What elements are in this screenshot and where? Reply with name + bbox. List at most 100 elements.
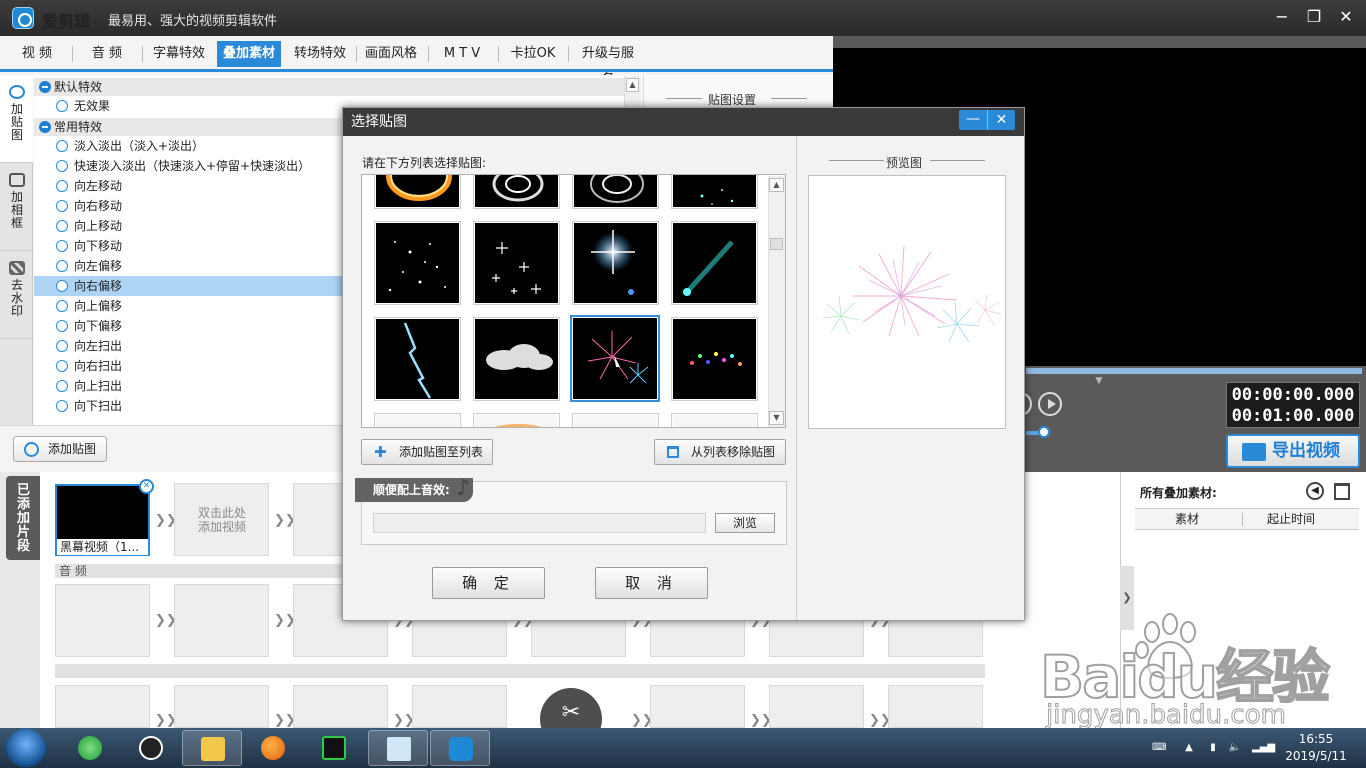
radio-icon[interactable] bbox=[56, 400, 68, 412]
timeline-slot[interactable] bbox=[293, 685, 388, 728]
remove-clip-icon[interactable]: ✕ bbox=[139, 479, 154, 494]
volume-slider-handle[interactable] bbox=[1038, 426, 1050, 438]
radio-icon[interactable] bbox=[56, 340, 68, 352]
sticker-thumb-colorful-particles[interactable] bbox=[671, 317, 758, 401]
scrollbar-thumb[interactable] bbox=[770, 238, 783, 250]
tab-karaoke[interactable]: 卡拉OK bbox=[500, 41, 566, 67]
sticker-thumb-white-burst[interactable] bbox=[671, 413, 758, 427]
keyboard-icon[interactable]: ⌨ bbox=[1152, 742, 1166, 754]
taskbar-app-explorer[interactable] bbox=[182, 730, 242, 766]
taskbar-app-qq[interactable] bbox=[121, 730, 181, 766]
tab-picture-style[interactable]: 画面风格 bbox=[358, 41, 424, 67]
radio-icon[interactable] bbox=[56, 200, 68, 212]
system-clock[interactable]: 16:55 2019/5/11 bbox=[1276, 731, 1356, 765]
tab-subtitle-effects[interactable]: 字幕特效 bbox=[146, 41, 212, 67]
sound-file-path-field[interactable] bbox=[373, 513, 706, 533]
tab-upgrade-service[interactable]: 升级与服务 bbox=[570, 41, 646, 87]
empty-video-slot[interactable] bbox=[293, 483, 343, 556]
sticker-thumb-light-beam[interactable] bbox=[671, 221, 758, 305]
playback-progress-bar[interactable] bbox=[1026, 368, 1362, 374]
browse-button[interactable]: 浏览 bbox=[715, 513, 775, 533]
added-clips-tab[interactable]: 已添加片段 bbox=[6, 476, 40, 560]
back-icon[interactable]: ◀ bbox=[1306, 482, 1324, 500]
radio-icon[interactable] bbox=[56, 160, 68, 172]
ok-button[interactable]: 确 定 bbox=[432, 567, 545, 599]
timeline-slot[interactable] bbox=[650, 685, 745, 728]
timeline-slot[interactable] bbox=[55, 685, 150, 728]
start-button[interactable] bbox=[6, 729, 46, 767]
timeline-slot[interactable] bbox=[174, 685, 269, 728]
sticker-thumb-orange-fire[interactable] bbox=[473, 413, 560, 427]
tab-overlay-materials[interactable]: 叠加素材 bbox=[217, 41, 281, 67]
group-default-effects[interactable]: 默认特效 bbox=[34, 78, 624, 96]
audio-slot[interactable] bbox=[174, 584, 269, 657]
sticker-thumb-spiral-glow-2[interactable] bbox=[572, 175, 659, 209]
network-icon[interactable]: ▂▄▆ bbox=[1252, 742, 1275, 754]
sticker-thumb-lightning[interactable] bbox=[374, 317, 461, 401]
show-hidden-icons-icon[interactable]: ▲ bbox=[1182, 742, 1196, 754]
scroll-down-icon[interactable]: ▼ bbox=[769, 411, 784, 425]
tab-transition-effects[interactable]: 转场特效 bbox=[287, 41, 353, 67]
collapse-icon[interactable] bbox=[39, 81, 51, 93]
sticker-thumb-fire-ring[interactable] bbox=[374, 175, 461, 209]
taskbar-app-firefox[interactable] bbox=[243, 730, 303, 766]
volume-icon[interactable]: 🔈 bbox=[1228, 742, 1242, 754]
maximize-window-button[interactable]: ❐ bbox=[1302, 6, 1326, 28]
taskbar-app-notepad[interactable] bbox=[368, 730, 428, 766]
taskbar-app-iqiyi[interactable] bbox=[304, 730, 364, 766]
radio-icon[interactable] bbox=[56, 300, 68, 312]
radio-icon[interactable] bbox=[56, 220, 68, 232]
chevron-down-icon[interactable]: ▼ bbox=[1093, 376, 1105, 386]
sticker-thumb-cloud[interactable] bbox=[473, 317, 560, 401]
trash-icon[interactable] bbox=[1334, 483, 1350, 500]
audio-slot[interactable] bbox=[55, 584, 150, 657]
radio-icon[interactable] bbox=[56, 260, 68, 272]
sticker-thumb-starfield[interactable] bbox=[374, 221, 461, 305]
sticker-thumb-blue-sparkle[interactable] bbox=[671, 175, 758, 209]
remove-sticker-from-list-button[interactable]: 从列表移除贴图 bbox=[654, 439, 786, 465]
radio-icon[interactable] bbox=[56, 240, 68, 252]
play-icon[interactable] bbox=[1038, 392, 1062, 416]
sticker-thumb-twinkle-stars[interactable] bbox=[473, 221, 560, 305]
radio-icon[interactable] bbox=[56, 180, 68, 192]
radio-icon[interactable] bbox=[56, 320, 68, 332]
sticker-thumb-fireworks[interactable] bbox=[570, 315, 660, 402]
sticker-thumb-spiral-glow-1[interactable] bbox=[473, 175, 560, 209]
add-sticker-to-list-button[interactable]: ✚ 添加贴图至列表 bbox=[361, 439, 493, 465]
scroll-up-icon[interactable]: ▲ bbox=[769, 178, 784, 192]
minimize-window-button[interactable]: − bbox=[1270, 6, 1294, 28]
side-tab-remove-watermark[interactable]: 去水印 bbox=[0, 251, 33, 339]
export-icon bbox=[1242, 443, 1266, 461]
tab-mtv[interactable]: M T V bbox=[430, 41, 494, 67]
dialog-close-button[interactable]: ✕ bbox=[987, 110, 1015, 130]
taskbar-app-aijianji[interactable] bbox=[430, 730, 490, 766]
radio-icon[interactable] bbox=[56, 380, 68, 392]
timeline-slot[interactable] bbox=[412, 685, 507, 728]
export-video-button[interactable]: 导出视频 bbox=[1226, 434, 1360, 468]
cancel-button[interactable]: 取 消 bbox=[595, 567, 708, 599]
device-icon[interactable]: ▮ bbox=[1206, 742, 1220, 754]
timeline-slot[interactable] bbox=[769, 685, 864, 728]
taskbar-app-360-browser[interactable] bbox=[60, 730, 120, 766]
scroll-up-icon[interactable]: ▲ bbox=[626, 78, 639, 92]
column-time[interactable]: 起止时间 bbox=[1241, 509, 1341, 529]
side-tab-add-frame[interactable]: 加相框 bbox=[0, 163, 33, 251]
total-time: 00:01:00.000 bbox=[1231, 406, 1355, 426]
close-window-button[interactable]: ✕ bbox=[1334, 6, 1358, 28]
radio-icon[interactable] bbox=[56, 100, 68, 112]
tab-video[interactable]: 视 频 bbox=[6, 41, 68, 67]
dialog-minimize-button[interactable]: — bbox=[959, 110, 987, 130]
side-tab-add-sticker[interactable]: 加贴图 bbox=[0, 75, 33, 163]
sticker-thumb-blank[interactable] bbox=[572, 413, 659, 427]
add-sticker-button[interactable]: 添加贴图 bbox=[13, 436, 107, 462]
radio-icon[interactable] bbox=[56, 280, 68, 292]
radio-icon[interactable] bbox=[56, 360, 68, 372]
sticker-thumb-star-flare[interactable] bbox=[572, 221, 659, 305]
radio-icon[interactable] bbox=[56, 140, 68, 152]
column-material[interactable]: 素材 bbox=[1137, 509, 1237, 529]
collapse-icon[interactable] bbox=[39, 121, 51, 133]
sticker-thumb-blank[interactable] bbox=[374, 413, 461, 427]
tab-audio[interactable]: 音 频 bbox=[76, 41, 138, 67]
timeline-slot[interactable] bbox=[888, 685, 983, 728]
sticker-grid-scrollbar[interactable] bbox=[768, 176, 785, 427]
